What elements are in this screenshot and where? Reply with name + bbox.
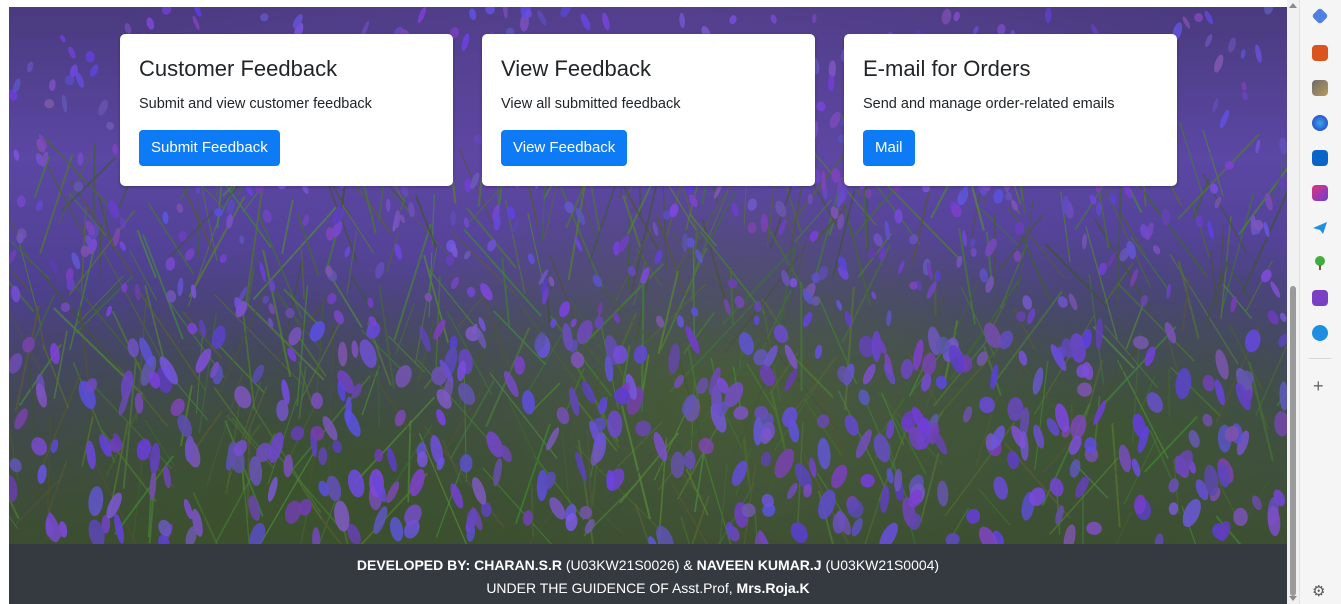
tag-icon[interactable]: [1311, 7, 1329, 25]
submit-feedback-button[interactable]: Submit Feedback: [139, 130, 280, 166]
feature-cards: Customer Feedback Submit and view custom…: [120, 34, 1178, 186]
gear-icon[interactable]: ⚙: [1312, 584, 1325, 600]
guidance-text: UNDER THE GUIDENCE OF Asst.Prof,: [486, 580, 737, 596]
card-description: View all submitted feedback: [501, 96, 681, 112]
customer-feedback-card: Customer Feedback Submit and view custom…: [120, 34, 453, 186]
card-description: Send and manage order-related emails: [863, 96, 1115, 112]
scrollbar-thumb[interactable]: [1290, 286, 1296, 596]
page-viewport: Customer Feedback Submit and view custom…: [0, 0, 1287, 604]
card-title: View Feedback: [501, 56, 652, 81]
browser-sidebar: + ⚙: [1299, 0, 1341, 604]
developer-2-id: (U03KW21S0004): [821, 557, 940, 573]
card-description: Submit and view customer feedback: [139, 96, 372, 112]
onenote-icon[interactable]: [1312, 290, 1328, 306]
scroll-down-arrow-icon[interactable]: [1289, 596, 1297, 601]
sidebar-divider: [1309, 358, 1331, 359]
outlook-icon[interactable]: [1312, 150, 1328, 166]
footer: DEVELOPED BY: CHARAN.S.R (U03KW21S0026) …: [9, 544, 1287, 604]
view-feedback-card: View Feedback View all submitted feedbac…: [482, 34, 815, 186]
skype-icon[interactable]: [1312, 325, 1328, 341]
card-title: Customer Feedback: [139, 56, 338, 81]
toolbox-icon[interactable]: [1312, 45, 1328, 61]
guide-name: Mrs.Roja.K: [736, 580, 810, 596]
add-sidebar-app-button[interactable]: +: [1313, 377, 1324, 395]
developer-1-name: DEVELOPED BY: CHARAN.S.R: [356, 557, 562, 573]
footer-guidance-line: UNDER THE GUIDENCE OF Asst.Prof, Mrs.Roj…: [9, 578, 1287, 598]
mail-button[interactable]: Mail: [863, 130, 915, 166]
footer-developers-line: DEVELOPED BY: CHARAN.S.R (U03KW21S0026) …: [9, 555, 1287, 575]
scroll-up-arrow-icon[interactable]: [1289, 3, 1297, 8]
tree-icon[interactable]: [1312, 255, 1328, 271]
chess-icon[interactable]: [1312, 80, 1328, 96]
developer-2-name: NAVEEN KUMAR.J: [696, 557, 822, 573]
designer-icon[interactable]: [1312, 185, 1328, 201]
developer-ids: (U03KW21S0026) &: [561, 557, 697, 573]
view-feedback-button[interactable]: View Feedback: [501, 130, 628, 166]
card-title: E-mail for Orders: [863, 56, 1031, 81]
copilot-icon[interactable]: [1312, 115, 1328, 131]
telegram-icon[interactable]: [1312, 220, 1328, 236]
vertical-scrollbar[interactable]: [1287, 0, 1299, 604]
email-orders-card: E-mail for Orders Send and manage order-…: [844, 34, 1177, 186]
